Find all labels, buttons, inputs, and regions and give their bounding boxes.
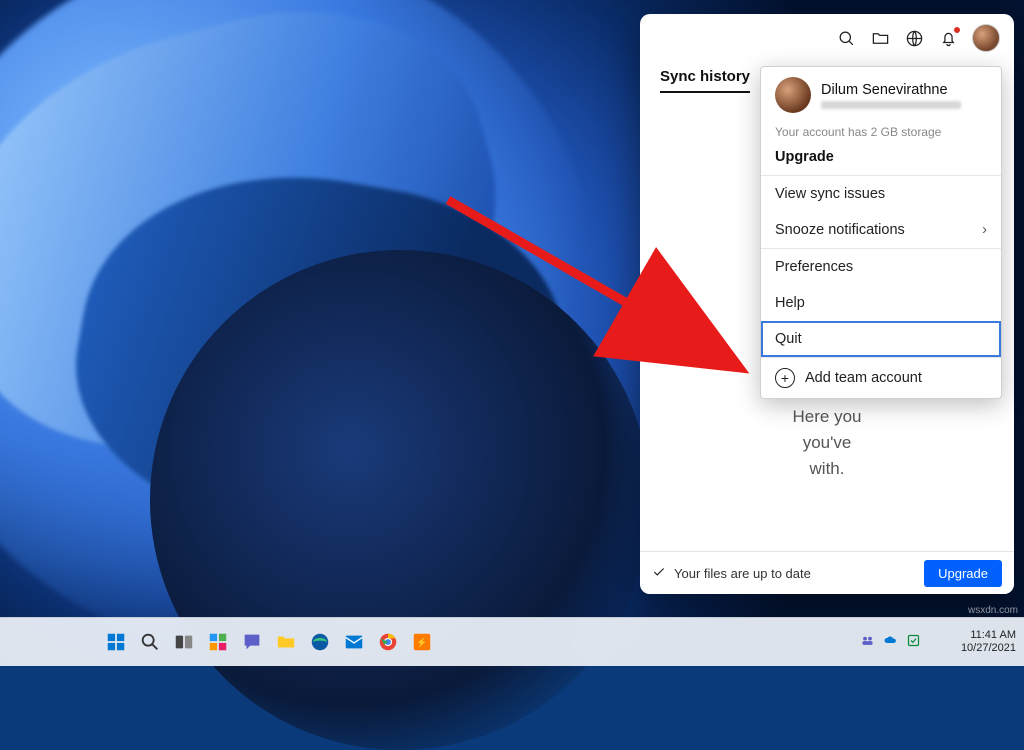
avatar bbox=[775, 77, 811, 113]
body-line-3: with. bbox=[810, 459, 845, 478]
clock-time: 11:41 AM bbox=[961, 629, 1016, 642]
chrome-icon[interactable] bbox=[374, 628, 402, 656]
account-row: Dilum Senevirathne bbox=[775, 77, 987, 113]
account-name: Dilum Senevirathne bbox=[821, 82, 961, 98]
chat-icon[interactable] bbox=[238, 628, 266, 656]
file-explorer-icon[interactable] bbox=[272, 628, 300, 656]
menu-preferences[interactable]: Preferences bbox=[761, 249, 1001, 285]
upgrade-link[interactable]: Upgrade bbox=[775, 149, 987, 165]
panel-header bbox=[640, 14, 1014, 62]
body-line-2: you've bbox=[803, 433, 852, 452]
tray-teams-icon[interactable] bbox=[860, 633, 875, 651]
menu-add-team-account[interactable]: + Add team account bbox=[761, 358, 1001, 398]
widgets-icon[interactable] bbox=[204, 628, 232, 656]
footer-status-text: Your files are up to date bbox=[674, 566, 811, 581]
menu-help[interactable]: Help bbox=[761, 285, 1001, 321]
search-icon[interactable] bbox=[136, 628, 164, 656]
upgrade-button[interactable]: Upgrade bbox=[924, 560, 1002, 587]
check-icon bbox=[652, 565, 666, 582]
globe-icon[interactable] bbox=[904, 28, 924, 48]
chevron-right-icon: › bbox=[982, 222, 987, 238]
menu-quit[interactable]: Quit bbox=[761, 321, 1001, 357]
panel-body-text: Here you you've with. bbox=[640, 404, 1014, 482]
avatar[interactable] bbox=[972, 24, 1000, 52]
menu-snooze-notifications[interactable]: Snooze notifications› bbox=[761, 212, 1001, 248]
svg-text:⚡: ⚡ bbox=[416, 637, 427, 649]
taskbar-clock[interactable]: 11:41 AM 10/27/2021 bbox=[961, 629, 1016, 655]
task-view-icon[interactable] bbox=[170, 628, 198, 656]
edge-icon[interactable] bbox=[306, 628, 334, 656]
taskbar-pinned: ⚡ bbox=[102, 628, 436, 656]
mail-icon[interactable] bbox=[340, 628, 368, 656]
tray-security-icon[interactable] bbox=[906, 633, 921, 651]
plus-circle-icon: + bbox=[775, 368, 795, 388]
menu-view-sync-issues[interactable]: View sync issues bbox=[761, 176, 1001, 212]
taskbar-tray: 11:41 AM 10/27/2021 bbox=[850, 629, 1016, 655]
folder-icon[interactable] bbox=[870, 28, 890, 48]
tray-onedrive-icon[interactable] bbox=[883, 633, 898, 651]
bell-icon[interactable] bbox=[938, 28, 958, 48]
start-button[interactable] bbox=[102, 628, 130, 656]
account-menu: Dilum Senevirathne Your account has 2 GB… bbox=[760, 66, 1002, 399]
clock-date: 10/27/2021 bbox=[961, 642, 1016, 655]
storage-note: Your account has 2 GB storage bbox=[775, 125, 987, 139]
panel-footer: Your files are up to date Upgrade bbox=[640, 551, 1014, 594]
body-line-1: Here you bbox=[793, 407, 862, 426]
account-email-blurred bbox=[821, 101, 961, 109]
watermark: wsxdn.com bbox=[968, 605, 1018, 616]
taskbar: ⚡ 11:41 AM 10/27/2021 bbox=[0, 617, 1024, 666]
tab-sync-history[interactable]: Sync history bbox=[660, 62, 750, 93]
search-icon[interactable] bbox=[836, 28, 856, 48]
app-icon[interactable]: ⚡ bbox=[408, 628, 436, 656]
